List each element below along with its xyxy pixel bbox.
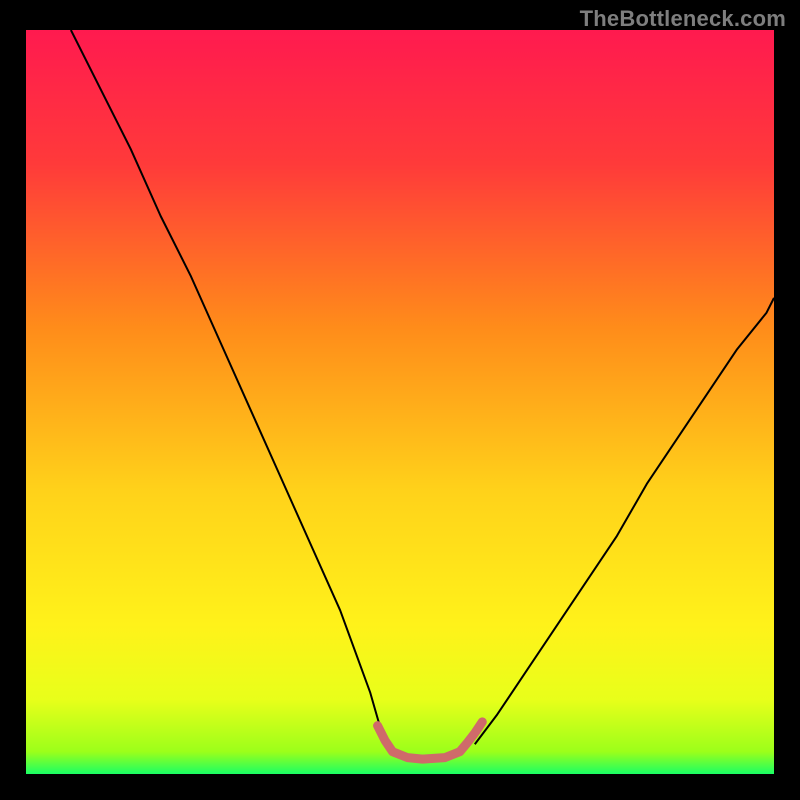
gradient-background <box>26 30 774 774</box>
plot-frame <box>26 30 774 774</box>
chart-container: TheBottleneck.com <box>0 0 800 800</box>
plot-svg <box>26 30 774 774</box>
watermark-text: TheBottleneck.com <box>580 6 786 32</box>
